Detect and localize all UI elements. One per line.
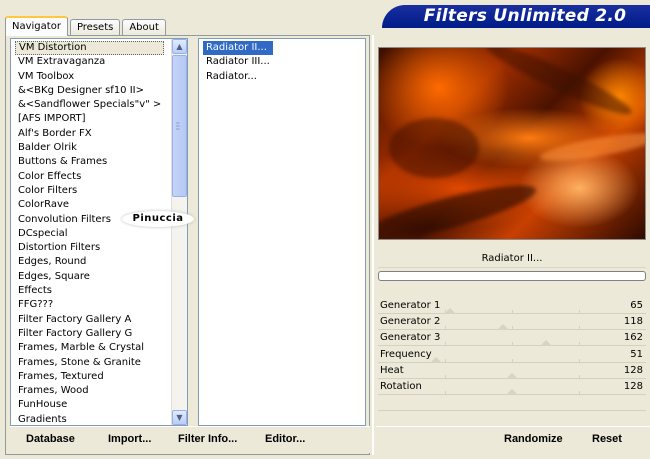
preview-swirl bbox=[538, 127, 645, 167]
bottom-toolbar-left: Database Import... Filter Info... Editor… bbox=[10, 426, 370, 453]
preview-image bbox=[378, 47, 646, 240]
filter-list[interactable]: Radiator II... Radiator III... Radiator... bbox=[198, 38, 366, 426]
parameter-slider[interactable]: Frequency 51 bbox=[378, 347, 646, 363]
filter-info-button[interactable]: Filter Info... bbox=[178, 427, 237, 452]
category-item[interactable]: Color Filters bbox=[15, 184, 164, 198]
parameter-slider[interactable]: Heat 128 bbox=[378, 363, 646, 379]
database-button[interactable]: Database bbox=[26, 427, 75, 452]
filter-items: Radiator II... Radiator III... Radiator... bbox=[203, 41, 273, 84]
category-item[interactable]: Frames, Wood bbox=[15, 384, 164, 398]
slider-thumb[interactable] bbox=[496, 324, 509, 331]
category-item[interactable]: &<BKg Designer sf10 II> bbox=[15, 84, 164, 98]
category-item[interactable]: Balder Olrik bbox=[15, 141, 164, 155]
filter-item[interactable]: Radiator II... bbox=[203, 41, 273, 56]
slider-thumb[interactable] bbox=[506, 372, 519, 379]
progress-bar bbox=[378, 271, 646, 281]
category-item[interactable]: DCspecial bbox=[15, 227, 164, 241]
tab-navigator[interactable]: Navigator bbox=[5, 16, 68, 36]
category-item[interactable]: VM Toolbox bbox=[15, 70, 164, 84]
app-title: Filters Unlimited 2.0 bbox=[382, 5, 650, 28]
category-item[interactable]: VM Extravaganza bbox=[15, 55, 164, 69]
panel-divider bbox=[372, 35, 374, 455]
category-item[interactable]: [AFS IMPORT] bbox=[15, 112, 164, 126]
parameter-value: 118 bbox=[623, 316, 643, 328]
category-item[interactable]: Alf's Border FX bbox=[15, 127, 164, 141]
parameter-value: 162 bbox=[623, 332, 643, 344]
parameter-label: Frequency bbox=[380, 348, 432, 360]
filter-item[interactable]: Radiator... bbox=[203, 70, 273, 84]
slider-thumb[interactable] bbox=[430, 356, 443, 363]
parameter-value: 65 bbox=[630, 300, 643, 311]
category-item[interactable]: Filter Factory Gallery A bbox=[15, 313, 164, 327]
import-button[interactable]: Import... bbox=[108, 427, 151, 452]
empty-parameter-row bbox=[378, 395, 646, 411]
category-item[interactable]: Buttons & Frames bbox=[15, 155, 164, 169]
randomize-button[interactable]: Randomize bbox=[504, 427, 563, 452]
parameter-value: 51 bbox=[630, 348, 643, 360]
editor-button[interactable]: Editor... bbox=[265, 427, 305, 452]
category-item[interactable]: VM Distortion bbox=[15, 41, 165, 56]
category-item[interactable]: ColorRave bbox=[15, 198, 164, 212]
grip-icon: ═ ═ ═ bbox=[176, 120, 180, 133]
parameter-label: Generator 1 bbox=[380, 300, 441, 311]
category-item[interactable]: Distortion Filters bbox=[15, 241, 164, 255]
selected-filter-label: Radiator II... bbox=[378, 250, 646, 268]
preview-swirl bbox=[481, 48, 637, 123]
category-item[interactable]: Frames, Textured bbox=[15, 370, 164, 384]
preview-swirl bbox=[389, 118, 479, 178]
category-list[interactable]: VM Distortion VM Extravaganza VM Toolbox &<… bbox=[10, 38, 188, 426]
parameter-slider[interactable]: Generator 2 118 bbox=[378, 314, 646, 331]
parameter-label: Generator 3 bbox=[380, 332, 441, 344]
category-item[interactable]: Edges, Square bbox=[15, 270, 164, 284]
parameter-slider[interactable]: Generator 3 162 bbox=[378, 330, 646, 347]
category-item[interactable]: Effects bbox=[15, 284, 164, 298]
category-item[interactable]: FFG??? bbox=[15, 298, 164, 312]
parameter-slider[interactable]: Rotation 128 bbox=[378, 379, 646, 395]
category-item[interactable]: Filter Factory Gallery G bbox=[15, 327, 164, 341]
category-items: VM Distortion VM Extravaganza VM Toolbox &<… bbox=[15, 41, 165, 425]
category-item[interactable]: Edges, Round bbox=[15, 255, 164, 269]
reset-button[interactable]: Reset bbox=[592, 427, 622, 452]
category-item[interactable]: Gradients bbox=[15, 413, 164, 425]
category-item[interactable]: FunHouse bbox=[15, 398, 164, 412]
scroll-thumb[interactable]: ═ ═ ═ bbox=[172, 55, 187, 197]
category-item[interactable]: Frames, Stone & Granite bbox=[15, 356, 164, 370]
tab-bar: Navigator Presets About bbox=[5, 16, 168, 36]
slider-thumb[interactable] bbox=[540, 340, 553, 347]
slider-thumb[interactable] bbox=[444, 308, 457, 314]
parameter-value: 128 bbox=[623, 364, 643, 376]
category-item[interactable]: Color Effects bbox=[15, 170, 164, 184]
bottom-toolbar-right: Randomize Reset bbox=[376, 426, 650, 453]
category-scrollbar[interactable]: ▲ ═ ═ ═ ▼ bbox=[171, 39, 187, 425]
scroll-down-button[interactable]: ▼ bbox=[172, 410, 187, 425]
category-item[interactable]: Frames, Marble & Crystal bbox=[15, 341, 164, 355]
parameter-value: 128 bbox=[623, 381, 643, 392]
scroll-up-button[interactable]: ▲ bbox=[172, 39, 187, 54]
tab-about[interactable]: About bbox=[122, 19, 166, 36]
parameter-label: Generator 2 bbox=[380, 316, 441, 328]
tab-presets[interactable]: Presets bbox=[69, 19, 121, 36]
parameter-slider[interactable]: Generator 1 65 bbox=[378, 298, 646, 314]
watermark-label: Pinuccia bbox=[122, 211, 194, 227]
parameter-label: Heat bbox=[380, 364, 404, 376]
filter-item[interactable]: Radiator III... bbox=[203, 55, 273, 69]
parameter-label: Rotation bbox=[380, 381, 422, 392]
preview-swirl bbox=[379, 175, 540, 239]
category-item[interactable]: &<Sandflower Specials"v" > bbox=[15, 98, 164, 112]
